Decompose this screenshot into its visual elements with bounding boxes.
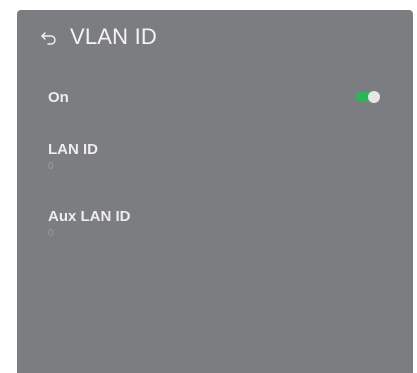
- panel-header: VLAN ID: [40, 24, 157, 50]
- vlan-settings-panel: VLAN ID On LAN ID 0 Aux LAN ID 0: [17, 10, 413, 373]
- lan-id-value: 0: [48, 161, 54, 172]
- toggle-knob: [368, 91, 380, 103]
- aux-lan-id-label: Aux LAN ID: [48, 208, 131, 225]
- on-toggle-switch[interactable]: [355, 91, 380, 103]
- lan-id-label: LAN ID: [48, 141, 98, 158]
- aux-lan-id-row[interactable]: Aux LAN ID 0: [48, 208, 383, 239]
- aux-lan-id-value: 0: [48, 228, 54, 239]
- lan-id-row[interactable]: LAN ID 0: [48, 141, 383, 172]
- on-toggle-row[interactable]: On: [48, 89, 383, 109]
- on-label: On: [48, 89, 69, 106]
- page-title: VLAN ID: [70, 24, 157, 49]
- back-arrow-icon[interactable]: [40, 28, 58, 46]
